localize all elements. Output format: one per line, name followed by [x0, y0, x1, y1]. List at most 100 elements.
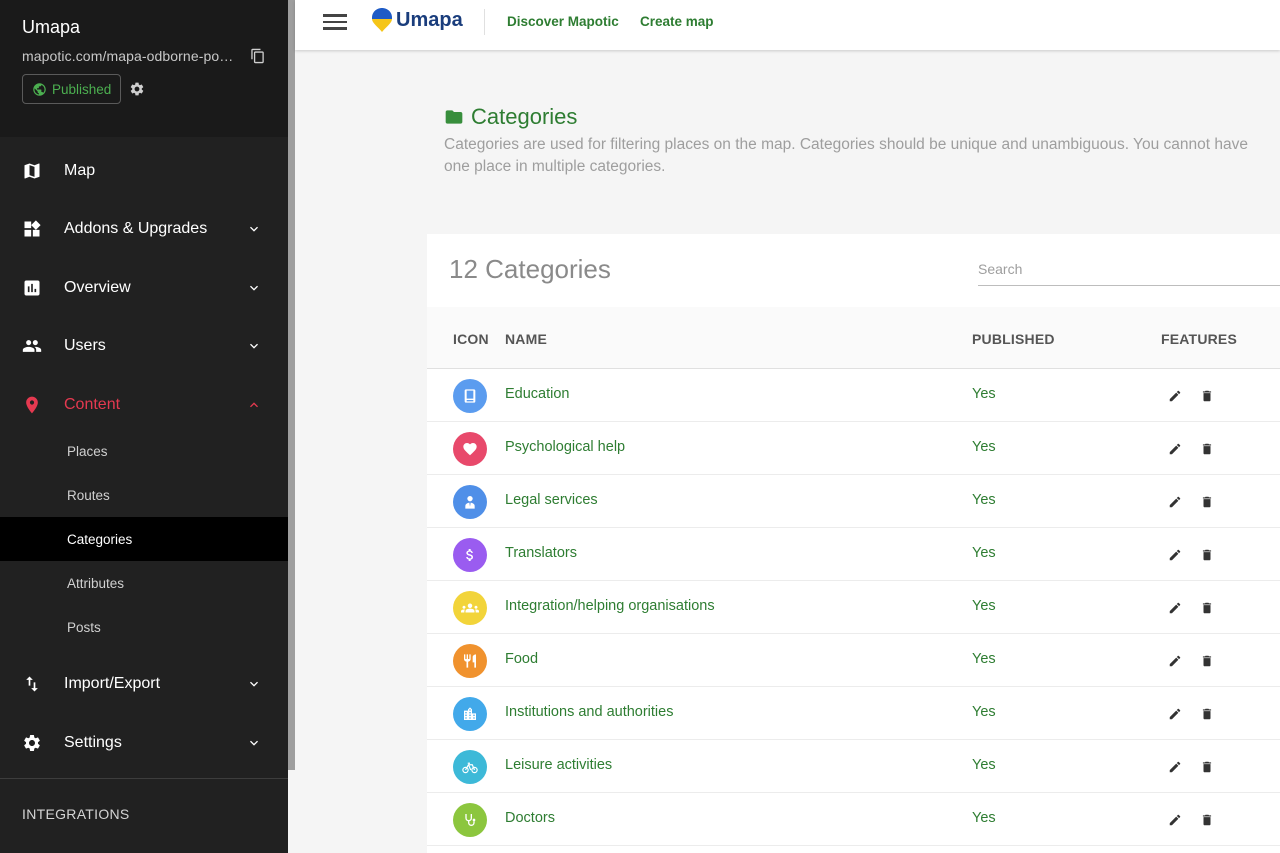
folder-icon	[445, 110, 463, 124]
nav-map-label: Map	[64, 162, 96, 179]
edit-icon[interactable]	[1168, 813, 1182, 827]
delete-icon[interactable]	[1200, 601, 1214, 615]
published-value: Yes	[972, 545, 996, 561]
edit-icon[interactable]	[1168, 442, 1182, 456]
category-name[interactable]: Legal services	[505, 492, 598, 508]
heart-pin-logo-icon	[372, 8, 392, 32]
top-bar: Umapa Discover Mapotic Create map	[295, 0, 1280, 50]
nav-content[interactable]: Content	[0, 376, 288, 434]
globe-icon	[33, 82, 46, 96]
category-name[interactable]: Leisure activities	[505, 757, 612, 773]
category-name[interactable]: Psychological help	[505, 439, 625, 455]
edit-icon[interactable]	[1168, 389, 1182, 403]
chevron-down-icon	[250, 343, 258, 349]
lawyer-icon	[453, 485, 487, 519]
edit-icon[interactable]	[1168, 548, 1182, 562]
settings-gear-icon[interactable]	[129, 81, 145, 97]
sub-places[interactable]: Places	[0, 429, 288, 473]
group-icon	[453, 591, 487, 625]
category-name[interactable]: Education	[505, 386, 570, 402]
sub-routes[interactable]: Routes	[0, 473, 288, 517]
map-url-row: mapotic.com/mapa-odborne-pomoci-ukrajinc…	[22, 48, 266, 64]
bicycle-icon	[453, 750, 487, 784]
table-row[interactable]: Translators Yes	[427, 528, 1280, 581]
sidebar-scrollbar[interactable]	[288, 0, 295, 770]
bar-chart-icon	[22, 278, 42, 298]
app-name: Umapa	[22, 17, 81, 37]
fork-knife-icon	[453, 644, 487, 678]
table-row[interactable]: Integration/helping organisations Yes	[427, 581, 1280, 634]
published-value: Yes	[972, 439, 996, 455]
table-row[interactable]: Leisure activities Yes	[427, 740, 1280, 793]
map-icon	[22, 161, 42, 181]
create-map-link[interactable]: Create map	[640, 14, 714, 29]
stethoscope-icon	[453, 803, 487, 837]
gear-icon	[22, 733, 42, 753]
search-input[interactable]	[978, 252, 1280, 286]
table-row[interactable]: Institutions and authorities Yes	[427, 687, 1280, 740]
delete-icon[interactable]	[1200, 389, 1214, 403]
published-badge[interactable]: Published	[22, 74, 122, 104]
published-value: Yes	[972, 757, 996, 773]
category-name[interactable]: Institutions and authorities	[505, 704, 673, 720]
table-row[interactable]: Psychological help Yes	[427, 422, 1280, 475]
col-features[interactable]: FEATURES	[1161, 331, 1237, 347]
nav-settings[interactable]: Settings	[0, 714, 288, 772]
delete-icon[interactable]	[1200, 548, 1214, 562]
edit-icon[interactable]	[1168, 707, 1182, 721]
copy-icon[interactable]	[250, 48, 266, 64]
table-row[interactable]: Education Yes	[427, 369, 1280, 422]
nav-import-export[interactable]: Import/Export	[0, 655, 288, 713]
nav-overview-label: Overview	[64, 279, 131, 296]
category-name[interactable]: Doctors	[505, 810, 555, 826]
map-url: mapotic.com/mapa-odborne-pomoci-ukrajinc…	[22, 48, 243, 64]
col-icon[interactable]: ICON	[453, 331, 489, 347]
publish-row: Published	[22, 74, 266, 104]
table-header: ICON NAME PUBLISHED FEATURES	[427, 307, 1280, 369]
delete-icon[interactable]	[1200, 813, 1214, 827]
page-title: Categories	[471, 104, 578, 129]
delete-icon[interactable]	[1200, 760, 1214, 774]
import-export-icon	[22, 674, 42, 694]
col-published[interactable]: PUBLISHED	[972, 331, 1055, 347]
col-name[interactable]: NAME	[505, 331, 547, 347]
published-value: Yes	[972, 598, 996, 614]
sidebar-divider	[0, 778, 288, 779]
table-row[interactable]: Doctors Yes	[427, 793, 1280, 846]
edit-icon[interactable]	[1168, 654, 1182, 668]
integrations-heading[interactable]: INTEGRATIONS	[22, 806, 130, 822]
table-row[interactable]: Legal services Yes	[427, 475, 1280, 528]
delete-icon[interactable]	[1200, 442, 1214, 456]
edit-icon[interactable]	[1168, 760, 1182, 774]
menu-icon[interactable]	[323, 11, 347, 31]
edit-icon[interactable]	[1168, 601, 1182, 615]
nav-users[interactable]: Users	[0, 317, 288, 375]
edit-icon[interactable]	[1168, 495, 1182, 509]
category-name[interactable]: Translators	[505, 545, 577, 561]
chevron-down-icon	[250, 226, 258, 232]
nav-addons[interactable]: Addons & Upgrades	[0, 200, 288, 258]
sub-categories[interactable]: Categories	[0, 517, 288, 561]
chevron-down-icon	[250, 740, 258, 746]
categories-count-title: 12 Categories	[449, 254, 611, 284]
discover-mapotic-link[interactable]: Discover Mapotic	[507, 14, 619, 29]
nav-users-label: Users	[64, 337, 106, 354]
page-heading: Categories	[444, 104, 577, 130]
sub-attributes[interactable]: Attributes	[0, 561, 288, 605]
published-value: Yes	[972, 704, 996, 720]
chevron-up-icon	[250, 402, 258, 408]
category-name[interactable]: Food	[505, 651, 538, 667]
sub-posts[interactable]: Posts	[0, 605, 288, 649]
nav-map[interactable]: Map	[0, 142, 288, 200]
delete-icon[interactable]	[1200, 495, 1214, 509]
delete-icon[interactable]	[1200, 707, 1214, 721]
nav-addons-label: Addons & Upgrades	[64, 220, 208, 237]
chevron-down-icon	[250, 285, 258, 291]
dollar-icon	[453, 538, 487, 572]
nav-settings-label: Settings	[64, 734, 122, 751]
category-name[interactable]: Integration/helping organisations	[505, 598, 715, 614]
delete-icon[interactable]	[1200, 654, 1214, 668]
nav-overview[interactable]: Overview	[0, 259, 288, 317]
logo[interactable]: Umapa	[372, 8, 463, 32]
table-row[interactable]: Food Yes	[427, 634, 1280, 687]
